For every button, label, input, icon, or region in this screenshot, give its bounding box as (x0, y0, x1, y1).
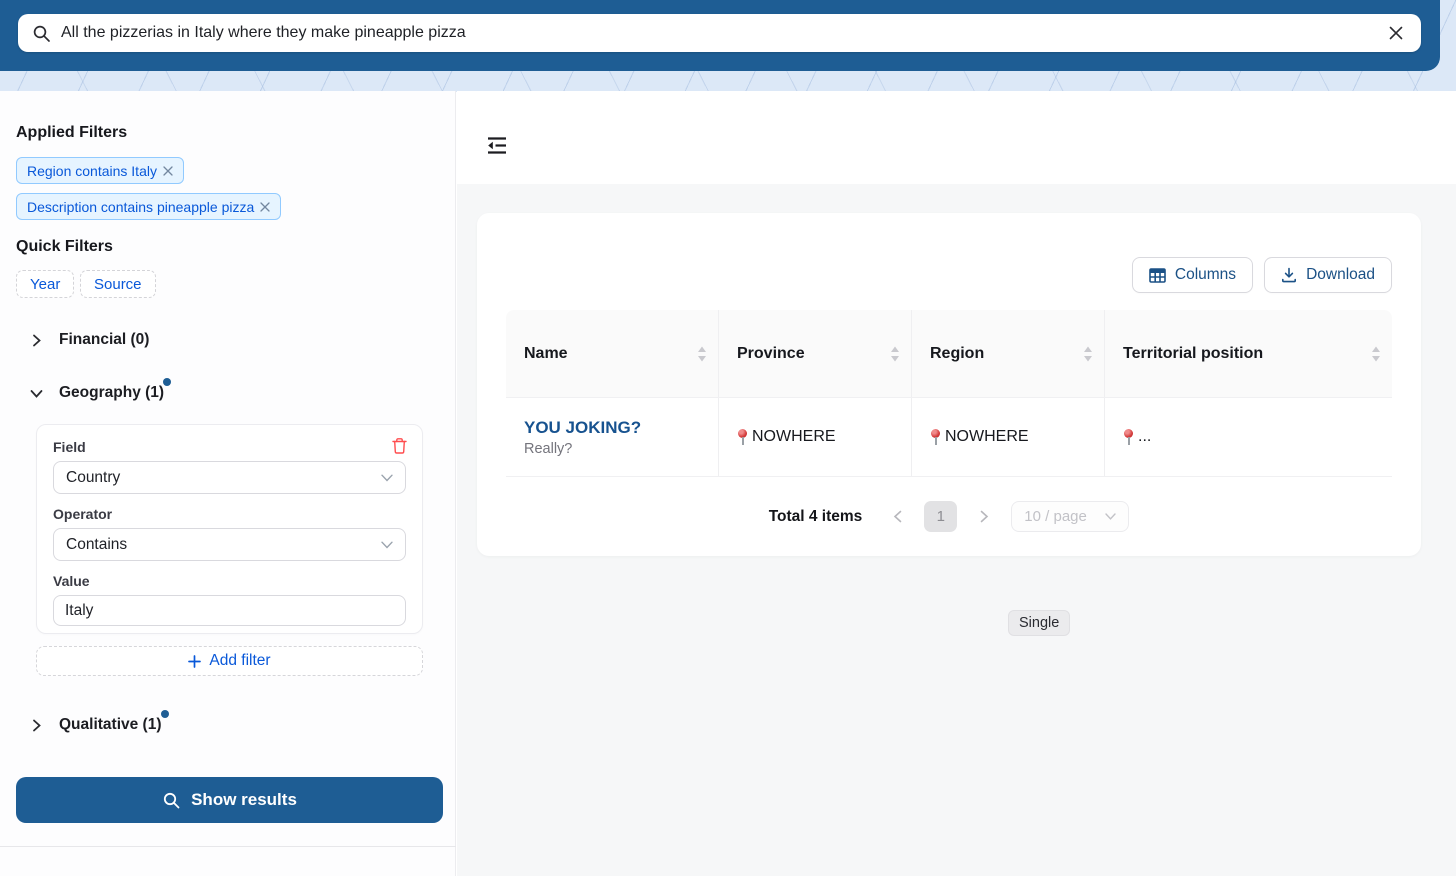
columns-button-label: Columns (1175, 266, 1236, 284)
chevron-right-icon (30, 719, 43, 732)
filter-group-geography[interactable]: Geography (1) (30, 384, 164, 402)
quick-filter-source[interactable]: Source (80, 270, 156, 298)
chevron-right-icon (980, 510, 989, 523)
chevron-right-icon (30, 334, 43, 347)
filter-group-qualitative[interactable]: Qualitative (1) (30, 716, 162, 734)
remove-filter-icon[interactable] (260, 202, 270, 212)
filters-sidebar: Applied Filters Region contains Italy De… (0, 91, 456, 876)
sidebar-divider (0, 846, 456, 847)
column-header-name[interactable]: Name (506, 310, 719, 397)
chevron-down-icon (381, 474, 393, 482)
filter-group-label: Qualitative (1) (59, 716, 162, 734)
top-header-bar (0, 0, 1440, 71)
page-number-button[interactable]: 1 (924, 501, 957, 532)
field-label: Field (53, 439, 406, 455)
app: Applied Filters Region contains Italy De… (0, 0, 1456, 876)
page-size-select[interactable]: 10 / page (1011, 501, 1129, 532)
value-label: Value (53, 573, 406, 589)
sort-icon[interactable] (890, 346, 900, 362)
collapse-sidebar-button[interactable] (484, 134, 510, 160)
remove-filter-icon[interactable] (163, 166, 173, 176)
active-filter-badge (161, 710, 169, 718)
chevron-left-icon (893, 510, 902, 523)
add-filter-label: Add filter (209, 652, 270, 670)
table-row[interactable]: YOU JOKING? Really? NOWHERE NOWHERE ... (506, 397, 1392, 477)
search-icon (32, 24, 51, 43)
operator-label: Operator (53, 506, 406, 522)
field-select-value: Country (66, 469, 120, 487)
download-button-label: Download (1306, 266, 1375, 284)
result-name-link[interactable]: YOU JOKING? (524, 418, 641, 438)
cell-territorial-position: ... (1105, 398, 1392, 476)
clear-search-button[interactable] (1385, 22, 1407, 44)
geography-filter-card: Field Country Operator Contains Value (36, 424, 423, 634)
applied-filters-title: Applied Filters (16, 124, 127, 142)
search-icon (162, 791, 181, 810)
chevron-down-icon (30, 387, 43, 400)
quick-filters-title: Quick Filters (16, 238, 113, 256)
results-table: Name Province Region (506, 310, 1392, 477)
download-button[interactable]: Download (1264, 257, 1392, 293)
previous-page-button[interactable] (885, 505, 909, 529)
close-icon (1388, 25, 1404, 41)
value-input[interactable] (53, 595, 406, 626)
chevron-down-icon (1105, 513, 1116, 520)
applied-filter-label: Region contains Italy (27, 163, 157, 179)
next-page-button[interactable] (972, 505, 996, 529)
show-results-button[interactable]: Show results (16, 777, 443, 823)
page-size-value: 10 / page (1024, 508, 1087, 525)
quick-filter-year[interactable]: Year (16, 270, 74, 298)
table-columns-icon (1149, 268, 1166, 283)
single-tooltip: Single (1008, 610, 1070, 636)
cell-province: NOWHERE (719, 398, 912, 476)
field-select[interactable]: Country (53, 461, 406, 494)
search-input[interactable] (61, 24, 1385, 42)
filter-group-financial[interactable]: Financial (0) (30, 331, 149, 349)
column-header-province[interactable]: Province (719, 310, 912, 397)
map-pin-icon (737, 428, 748, 446)
filter-group-label: Geography (1) (59, 384, 164, 402)
filter-group-label: Financial (0) (59, 331, 149, 349)
plus-icon (188, 655, 201, 668)
map-pin-icon (1123, 428, 1134, 446)
cell-name: YOU JOKING? Really? (506, 398, 719, 476)
operator-select-value: Contains (66, 536, 127, 554)
column-header-region[interactable]: Region (912, 310, 1105, 397)
trash-icon (391, 437, 408, 455)
download-icon (1281, 267, 1297, 283)
result-subtitle: Really? (524, 441, 572, 457)
applied-filter-chip[interactable]: Description contains pineapple pizza (16, 193, 281, 220)
applied-filter-label: Description contains pineapple pizza (27, 199, 254, 215)
quick-filter-label: Source (94, 276, 142, 293)
column-header-territorial-position[interactable]: Territorial position (1105, 310, 1392, 397)
quick-filter-label: Year (30, 276, 60, 293)
content-top-strip (457, 91, 1456, 184)
chevron-down-icon (381, 541, 393, 549)
sort-icon[interactable] (1083, 346, 1093, 362)
table-toolbar: Columns Download (1132, 257, 1392, 293)
operator-select[interactable]: Contains (53, 528, 406, 561)
pagination-total: Total 4 items (769, 508, 863, 526)
applied-filter-chip[interactable]: Region contains Italy (16, 157, 184, 184)
menu-fold-icon (486, 136, 508, 155)
active-filter-badge (163, 378, 171, 386)
map-pin-icon (930, 428, 941, 446)
pagination: Total 4 items 1 10 / page (506, 477, 1392, 556)
columns-button[interactable]: Columns (1132, 257, 1253, 293)
delete-filter-button[interactable] (390, 437, 408, 455)
sort-icon[interactable] (1371, 346, 1381, 362)
search-bar[interactable] (18, 14, 1421, 52)
sort-icon[interactable] (697, 346, 707, 362)
results-card: Columns Download Name (477, 213, 1421, 556)
cell-region: NOWHERE (912, 398, 1105, 476)
show-results-label: Show results (191, 790, 297, 810)
table-header-row: Name Province Region (506, 310, 1392, 397)
add-filter-button[interactable]: Add filter (36, 646, 423, 676)
